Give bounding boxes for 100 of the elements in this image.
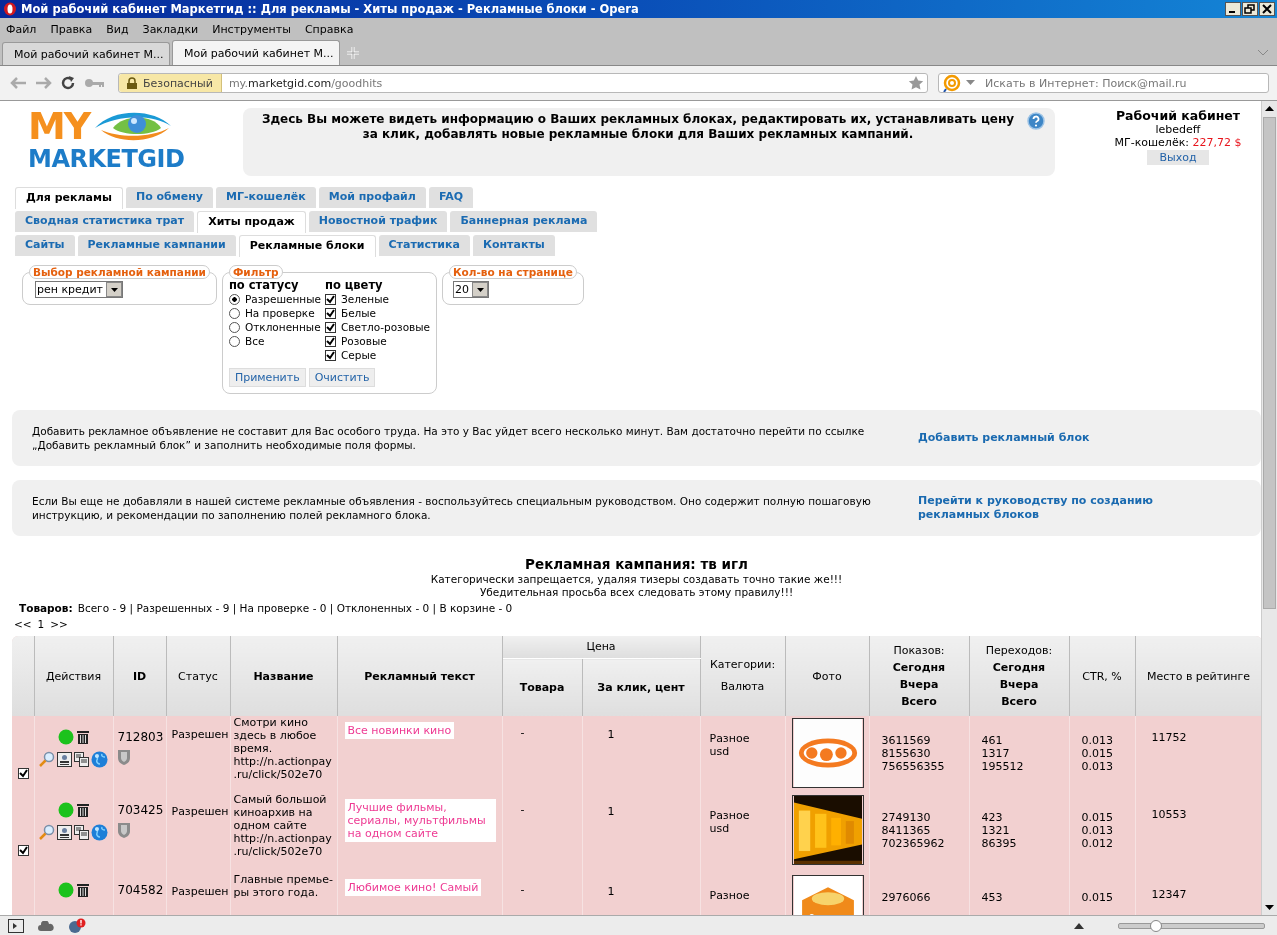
nav-tab[interactable]: МГ-кошелёк xyxy=(216,187,316,208)
nav-tab[interactable]: По обмену xyxy=(125,187,214,208)
caret-icon[interactable] xyxy=(966,80,975,86)
radio-button[interactable] xyxy=(228,321,240,333)
radio-button[interactable] xyxy=(228,293,240,305)
option-label[interactable]: Светло-розовые xyxy=(340,321,430,333)
collapse-icon[interactable] xyxy=(1074,922,1084,929)
nav-tab[interactable]: Контакты xyxy=(472,235,555,256)
nav-tab[interactable]: Статистика xyxy=(378,235,470,256)
logo-text: MARKETGID xyxy=(28,144,186,174)
ad-text: Любимое кино! Самый xyxy=(344,879,482,896)
menu-item[interactable]: Справка xyxy=(298,22,362,36)
notification-icon[interactable] xyxy=(68,917,86,934)
option-label[interactable]: Отклоненные xyxy=(244,321,321,333)
caret-icon xyxy=(476,287,484,292)
option-label[interactable]: Белые xyxy=(340,307,377,319)
header-cell: Статус xyxy=(166,636,230,716)
scrollbar[interactable] xyxy=(1261,101,1277,915)
option-label[interactable]: Розовые xyxy=(340,335,387,347)
radio-button[interactable] xyxy=(228,335,240,347)
select-field[interactable]: рен кредит xyxy=(35,281,123,298)
close-button[interactable] xyxy=(1259,2,1275,16)
logout-button[interactable]: Выход xyxy=(1147,150,1209,165)
table-cell: Смотри кино здесь в любое время. http://n.actionpay.ru/click/502e70 xyxy=(230,716,337,793)
clear-button[interactable]: Очистить xyxy=(308,368,376,387)
nav-tab[interactable]: Баннерная реклама xyxy=(450,211,598,232)
nav-tab[interactable]: Сводная статистика трат xyxy=(15,211,195,232)
panel-toggle-icon[interactable] xyxy=(8,918,24,933)
menu-item[interactable]: Инструменты xyxy=(206,22,299,36)
column-heading: по статусу xyxy=(228,279,300,292)
option-label[interactable]: На проверке xyxy=(244,307,315,319)
notice-link[interactable]: Перейти к руководству по созданию рекламных блоков xyxy=(918,494,1218,522)
table-cell: 0.013 0.015 0.013 xyxy=(1069,716,1135,793)
menu-item[interactable]: Правка xyxy=(44,22,101,36)
notice-text: Добавить рекламное объявление не составит для Вас особого труда. На это у Вас уйдет всего несколько минут. Вам достаточно перейти по ссылке „Добавить рекламный блок” и заполнить необходимые поля формы. xyxy=(32,424,866,452)
copy-icon[interactable] xyxy=(74,751,89,767)
image-icon[interactable] xyxy=(57,824,72,840)
help-icon[interactable] xyxy=(1027,112,1045,130)
notice-link[interactable]: Добавить рекламный блок xyxy=(918,431,1218,445)
header-cell: Действия xyxy=(34,636,113,716)
window-title: Мой рабочий кабинет Маркетгид :: Для рекламы - Хиты продаж - Рекламные блоки - Opera xyxy=(21,2,640,16)
table-cell: Разное usd xyxy=(700,716,785,793)
nav-tab[interactable]: Рекламные блоки xyxy=(238,235,376,257)
select-field[interactable]: 20 xyxy=(453,281,489,298)
nav-tab[interactable]: Мой профайл xyxy=(318,187,426,208)
minimize-button[interactable] xyxy=(1225,2,1241,16)
shield-icon xyxy=(115,748,132,766)
radio-button[interactable] xyxy=(228,307,240,319)
option-label[interactable]: Все xyxy=(244,335,265,347)
check-icon xyxy=(19,845,28,855)
nav-tab[interactable]: Новостной трафик xyxy=(308,211,448,232)
next-link[interactable]: >> xyxy=(50,617,68,631)
checkbox[interactable] xyxy=(324,307,336,319)
checkbox[interactable] xyxy=(324,349,336,361)
status-dot-icon xyxy=(57,882,74,898)
header-cell: Категории: Валюта xyxy=(700,636,785,716)
url-text: marketgid.com xyxy=(248,76,332,90)
menu-item[interactable]: Вид xyxy=(100,22,137,36)
slider-thumb[interactable] xyxy=(1150,919,1163,932)
row-checkbox[interactable] xyxy=(18,768,29,779)
address-field[interactable]: Безопасный my.marketgid.com/goodhits xyxy=(118,73,928,93)
wallet-label: МГ-кошелёк: xyxy=(1114,136,1189,149)
option-label[interactable]: Серые xyxy=(340,349,377,361)
table-cell: 1 xyxy=(582,793,700,873)
counts-text: Всего - 9 | Разрешенных - 9 | На проверке - 0 | Отклоненных - 0 | В корзине - 0 xyxy=(77,602,513,614)
prev-link[interactable]: << xyxy=(14,617,32,631)
checkbox[interactable] xyxy=(324,335,336,347)
wallet-amount: 227,72 $ xyxy=(1191,136,1242,149)
trash-icon[interactable] xyxy=(75,802,90,818)
trash-icon[interactable] xyxy=(75,729,90,745)
restore-button[interactable] xyxy=(1242,2,1258,16)
nav-tab[interactable]: Сайты xyxy=(15,235,75,256)
checkbox[interactable] xyxy=(324,293,336,305)
apply-button[interactable]: Применить xyxy=(228,368,306,387)
nav-tab[interactable]: Рекламные кампании xyxy=(77,235,236,256)
search-box[interactable]: Искать в Интернет: Поиск@mail.ru xyxy=(938,73,1269,93)
nav-tab[interactable]: FAQ xyxy=(428,187,473,208)
nav-tab[interactable]: Для рекламы xyxy=(15,187,123,209)
logo-text: MY xyxy=(28,108,90,144)
header-cell: Рекламный текст xyxy=(337,636,502,716)
browser-tab[interactable]: Мой рабочий кабинет М... xyxy=(2,42,170,65)
scrollbar-thumb[interactable] xyxy=(1263,117,1276,609)
option-label[interactable]: Зеленые xyxy=(340,293,389,305)
copy-icon[interactable] xyxy=(74,824,89,840)
campaign-title: Рекламная кампания: тв игл xyxy=(524,556,749,573)
nav-tab[interactable]: Хиты продаж xyxy=(197,211,306,233)
table-cell-text: 712803 xyxy=(117,730,165,744)
table-cell-text: 703425 xyxy=(117,803,165,817)
browser-tab[interactable]: Мой рабочий кабинет М... xyxy=(172,40,340,65)
star-icon[interactable] xyxy=(908,75,924,91)
option-label[interactable]: Разрешенные xyxy=(244,293,321,305)
menu-item[interactable]: Файл xyxy=(0,22,45,36)
zoom-slider[interactable] xyxy=(1118,922,1265,929)
cabinet-title: Рабочий кабинет xyxy=(1114,108,1242,123)
image-icon[interactable] xyxy=(57,751,72,767)
checkbox[interactable] xyxy=(324,321,336,333)
row-checkbox[interactable] xyxy=(18,844,29,856)
trash-icon[interactable] xyxy=(75,882,90,898)
menu-item[interactable]: Закладки xyxy=(136,22,207,36)
cloud-icon[interactable] xyxy=(38,920,54,931)
